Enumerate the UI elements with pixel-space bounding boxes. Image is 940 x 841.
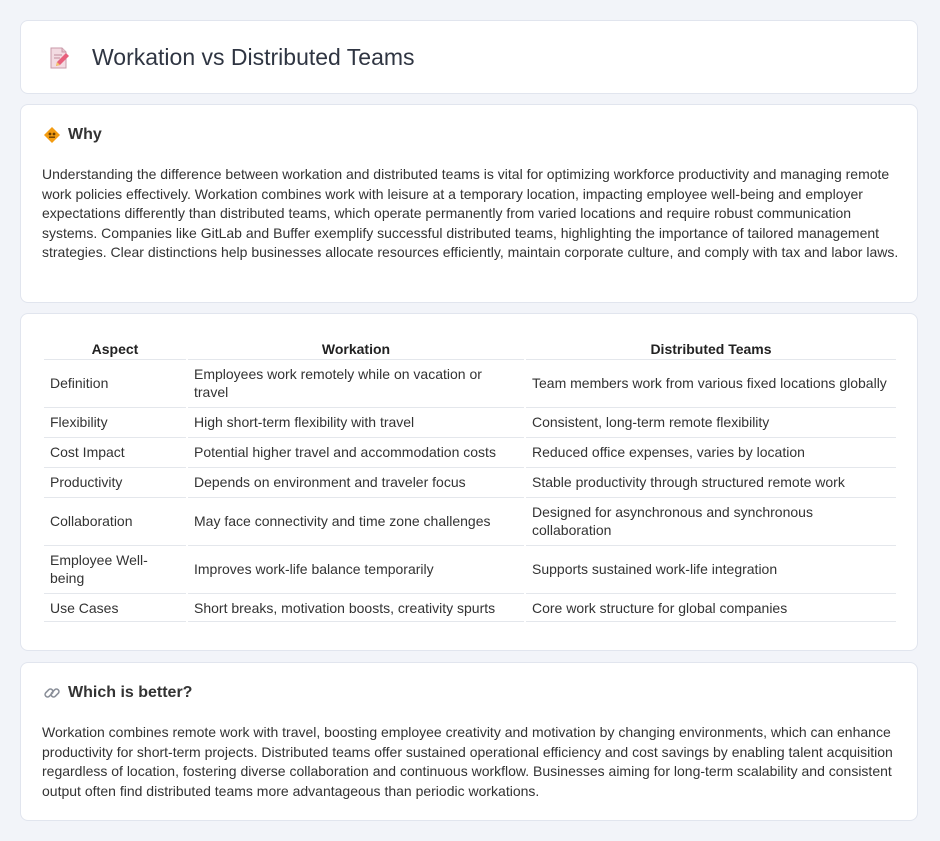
table-cell: Improves work-life balance temporarily: [188, 545, 524, 591]
table-cell: Depends on environment and traveler focu…: [188, 467, 524, 495]
page-title: Workation vs Distributed Teams: [92, 44, 415, 70]
header-aspect: Aspect: [91, 341, 139, 357]
table-cell: Supports sustained work-life integration: [526, 545, 896, 591]
why-heading: Why: [68, 126, 102, 143]
table-cell: Definition: [44, 359, 186, 405]
table-cell: Reduced office expenses, varies by locat…: [526, 437, 896, 465]
which-is-better-section: Which is better? Workation combines remo…: [20, 662, 918, 821]
comparison-card: Aspect Workation Distributed Teams Defin…: [20, 313, 918, 651]
link-icon: [43, 684, 61, 702]
table-cell: Stable productivity through structured r…: [526, 467, 896, 495]
table-row: Collaboration May face connectivity and …: [44, 497, 896, 543]
comparison-table: Aspect Workation Distributed Teams Defin…: [42, 335, 898, 624]
table-cell: Consistent, long-term remote flexibility: [526, 407, 896, 435]
why-section: Why Understanding the difference between…: [20, 104, 918, 303]
table-row: Definition Employees work remotely while…: [44, 359, 896, 405]
table-row: Use Cases Short breaks, motivation boost…: [44, 593, 896, 622]
table-cell: Productivity: [44, 467, 186, 495]
table-cell: Use Cases: [44, 593, 186, 622]
table-cell: Employees work remotely while on vacatio…: [188, 359, 524, 405]
table-cell: Collaboration: [44, 497, 186, 543]
table-cell: Team members work from various fixed loc…: [526, 359, 896, 405]
why-text: Understanding the difference between wor…: [42, 166, 899, 260]
title-card: Workation vs Distributed Teams: [20, 20, 918, 94]
table-row: Productivity Depends on environment and …: [44, 467, 896, 495]
document-pencil-icon: [50, 47, 69, 69]
table-cell: Short breaks, motivation boosts, creativ…: [188, 593, 524, 622]
table-cell: Cost Impact: [44, 437, 186, 465]
table-header-row: Aspect Workation Distributed Teams: [44, 337, 896, 357]
header-workation: Workation: [321, 341, 391, 357]
table-cell: High short-term flexibility with travel: [188, 407, 524, 435]
header-distributed-teams: Distributed Teams: [650, 341, 772, 357]
diamond-sign-icon: [43, 126, 61, 144]
table-row: Flexibility High short-term flexibility …: [44, 407, 896, 435]
table-cell: Potential higher travel and accommodatio…: [188, 437, 524, 465]
table-row: Employee Well-being Improves work-life b…: [44, 545, 896, 591]
which-is-better-text: Workation combines remote work with trav…: [42, 724, 893, 799]
which-is-better-heading: Which is better?: [68, 684, 193, 701]
table-cell: Designed for asynchronous and synchronou…: [526, 497, 896, 543]
table-cell: Flexibility: [44, 407, 186, 435]
table-cell: May face connectivity and time zone chal…: [188, 497, 524, 543]
table-cell: Core work structure for global companies: [526, 593, 896, 622]
table-cell: Employee Well-being: [44, 545, 186, 591]
table-row: Cost Impact Potential higher travel and …: [44, 437, 896, 465]
